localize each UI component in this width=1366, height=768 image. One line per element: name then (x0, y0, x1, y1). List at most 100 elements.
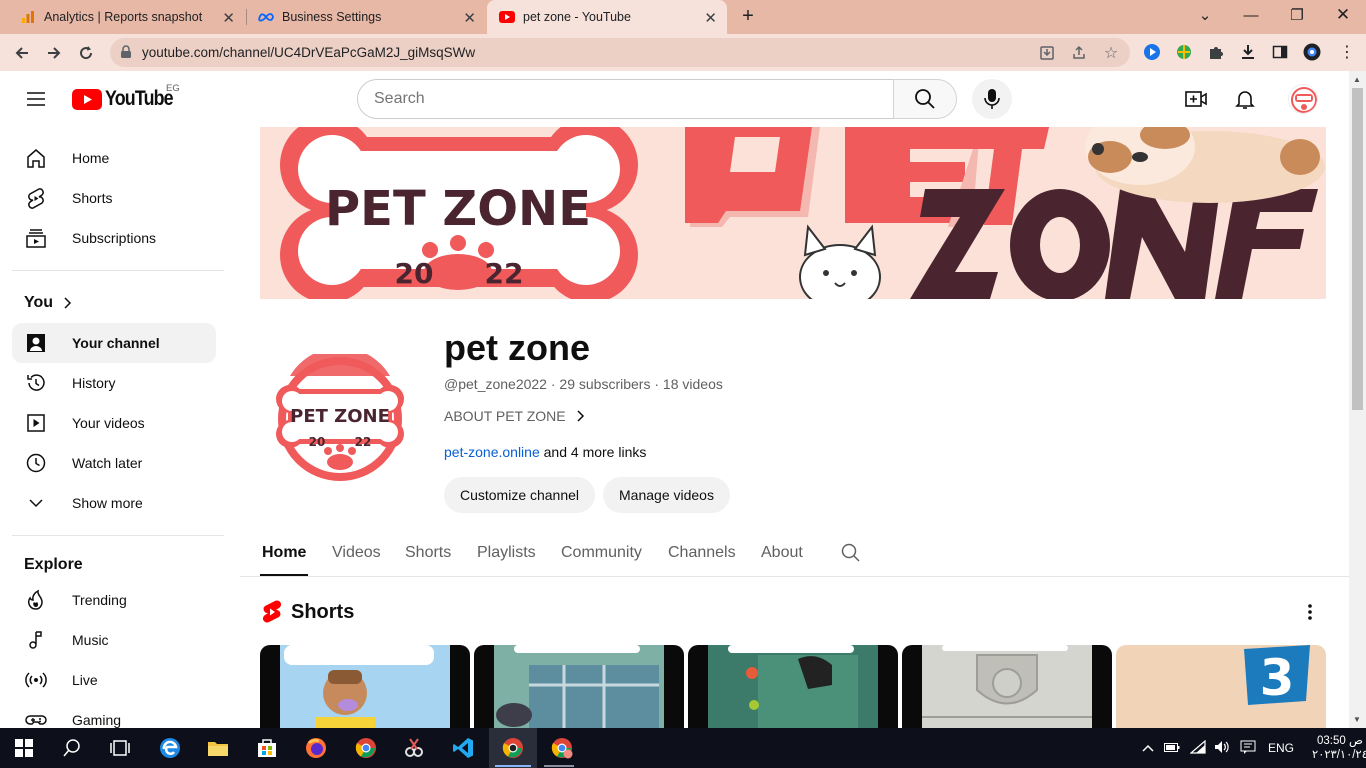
url-text[interactable]: youtube.com/channel/UC4DrVEaPcGaM2J_giMs… (142, 45, 475, 60)
input-language[interactable]: ENG (1268, 741, 1294, 755)
taskbar-search-icon[interactable] (58, 734, 86, 762)
meta-separator: · (654, 376, 663, 392)
battery-icon[interactable] (1164, 741, 1180, 756)
search-box[interactable] (357, 79, 894, 119)
sidebar-item-gaming[interactable]: Gaming (12, 700, 216, 728)
customize-channel-button[interactable]: Customize channel (444, 477, 595, 513)
firefox-icon[interactable] (302, 734, 330, 762)
youtube-logo[interactable]: YouTube EG (72, 83, 185, 111)
create-video-icon[interactable] (1184, 87, 1208, 111)
about-channel-link[interactable]: ABOUT PET ZONE (444, 408, 588, 424)
sidebar-item-music[interactable]: Music (12, 620, 216, 660)
scroll-up-arrow-icon[interactable]: ▲ (1353, 75, 1361, 84)
chrome-active-icon[interactable] (499, 734, 527, 762)
search-button[interactable] (893, 79, 957, 119)
profile-avatar-icon[interactable] (1303, 43, 1321, 61)
vscode-icon[interactable] (449, 734, 477, 762)
browser-tab-analytics[interactable]: Analytics | Reports snapshot ✕ (0, 0, 245, 34)
sidebar-item-subscriptions[interactable]: Subscriptions (12, 218, 216, 258)
extension-play-icon[interactable] (1143, 43, 1161, 61)
chrome-icon[interactable] (352, 734, 380, 762)
share-icon[interactable] (1070, 44, 1088, 62)
manage-videos-button[interactable]: Manage videos (603, 477, 730, 513)
clock-time-row: ص 03:50 (1317, 734, 1363, 748)
sidebar-item-live[interactable]: Live (12, 660, 216, 700)
sidebar-you-heading[interactable]: You (24, 294, 75, 312)
back-button[interactable] (10, 41, 34, 65)
new-tab-button[interactable]: + (738, 6, 758, 26)
tab-search-icon[interactable]: ⌄ (1182, 0, 1228, 30)
tab-shorts[interactable]: Shorts (405, 544, 451, 562)
website-link[interactable]: pet-zone.online (444, 444, 540, 460)
account-avatar[interactable] (1288, 84, 1318, 114)
close-tab-icon[interactable]: ✕ (463, 9, 476, 27)
extension-globe-icon[interactable] (1175, 43, 1193, 61)
tab-home[interactable]: Home (262, 544, 306, 562)
sidebar-divider (12, 270, 224, 271)
show-hidden-icons-chevron-icon[interactable] (1140, 741, 1156, 755)
file-explorer-icon[interactable] (204, 734, 232, 762)
task-view-icon[interactable] (106, 734, 134, 762)
search-input[interactable] (358, 80, 893, 118)
tab-community[interactable]: Community (561, 544, 642, 562)
tab-videos[interactable]: Videos (332, 544, 381, 562)
channel-icon (24, 331, 48, 355)
voice-search-button[interactable] (972, 79, 1012, 119)
meta-icon (258, 9, 274, 25)
short-thumbnail[interactable] (902, 645, 1112, 728)
extensions-puzzle-icon[interactable] (1207, 43, 1225, 61)
sidebar-item-trending[interactable]: Trending (12, 580, 216, 620)
sidebar-item-label: Subscriptions (72, 230, 157, 246)
edge-icon[interactable] (156, 734, 184, 762)
more-links-text[interactable]: and 4 more links (544, 444, 647, 460)
short-thumbnail[interactable] (474, 645, 684, 728)
maximize-button[interactable]: ❐ (1274, 0, 1320, 30)
windows-start-icon[interactable] (10, 734, 38, 762)
chrome-profile-icon[interactable] (548, 734, 576, 762)
scroll-down-arrow-icon[interactable]: ▼ (1353, 715, 1361, 724)
menu-icon[interactable] (24, 87, 48, 111)
short-thumbnail[interactable]: 3 (1116, 645, 1326, 728)
short-thumbnail[interactable] (688, 645, 898, 728)
tab-playlists[interactable]: Playlists (477, 544, 536, 562)
sidebar-item-shorts[interactable]: Shorts (12, 178, 216, 218)
sidebar-item-your-videos[interactable]: Your videos (12, 403, 216, 443)
browser-tab-youtube[interactable]: pet zone - YouTube ✕ (487, 0, 727, 34)
bookmark-star-icon[interactable]: ☆ (1102, 44, 1120, 62)
close-window-button[interactable]: ✕ (1320, 0, 1366, 30)
sidebar-item-show-more[interactable]: Show more (12, 483, 216, 523)
lock-icon[interactable] (120, 45, 132, 64)
install-app-icon[interactable] (1038, 44, 1056, 62)
address-bar[interactable]: youtube.com/channel/UC4DrVEaPcGaM2J_giMs… (110, 38, 1130, 67)
scrollbar-thumb[interactable] (1352, 88, 1363, 410)
close-tab-icon[interactable]: ✕ (222, 9, 235, 27)
notification-center-icon[interactable] (1240, 740, 1256, 757)
sidebar-item-watch-later[interactable]: Watch later (12, 443, 216, 483)
channel-avatar[interactable]: PET ZONE 20 22 (270, 347, 410, 484)
tab-about[interactable]: About (761, 544, 803, 562)
volume-icon[interactable] (1214, 740, 1230, 757)
sidebar-item-your-channel[interactable]: Your channel (12, 323, 216, 363)
clock-area[interactable]: ص 03:50 ٢٠٢٣/١٠/٢٤ (1312, 734, 1366, 762)
reload-button[interactable] (74, 41, 98, 65)
tab-channels[interactable]: Channels (668, 544, 736, 562)
close-tab-icon[interactable]: ✕ (704, 9, 717, 27)
snipping-tool-icon[interactable] (400, 734, 428, 762)
wifi-icon[interactable] (1189, 739, 1206, 757)
browser-menu-icon[interactable]: ⋮ (1338, 43, 1356, 61)
downloads-icon[interactable] (1239, 43, 1257, 61)
shelf-more-options-icon[interactable] (1300, 600, 1320, 624)
sidebar-item-history[interactable]: History (12, 363, 216, 403)
short-thumbnail[interactable] (260, 645, 470, 728)
channel-search-icon[interactable] (841, 543, 861, 568)
browser-tab-business-settings[interactable]: Business Settings ✕ (238, 0, 486, 34)
notifications-bell-icon[interactable] (1233, 87, 1257, 111)
side-panel-icon[interactable] (1271, 43, 1289, 61)
microsoft-store-icon[interactable] (253, 734, 281, 762)
sidebar-item-home[interactable]: Home (12, 138, 216, 178)
sidebar-explore-heading: Explore (24, 556, 83, 574)
microphone-icon (984, 89, 1000, 109)
videos-icon (24, 411, 48, 435)
minimize-button[interactable]: — (1228, 0, 1274, 30)
forward-button[interactable] (42, 41, 66, 65)
